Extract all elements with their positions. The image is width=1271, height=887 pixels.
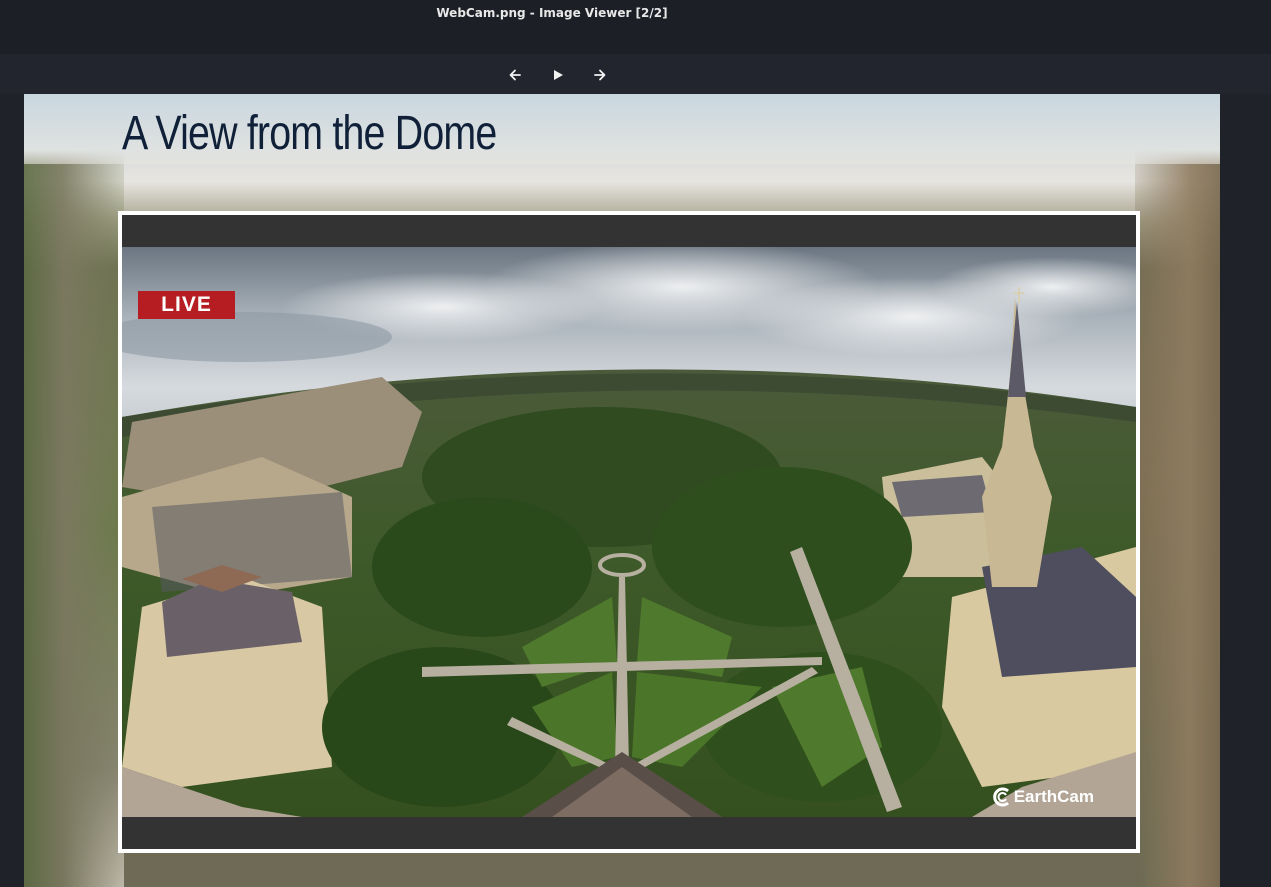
webcam-video-frame: LIVE EarthCam bbox=[122, 247, 1136, 817]
play-icon bbox=[554, 70, 563, 80]
title-bar[interactable]: WebCam.png - Image Viewer [2/2] bbox=[0, 0, 1271, 54]
page-heading: A View from the Dome bbox=[122, 107, 497, 160]
image-viewer-window: WebCam.png - Image Viewer [2/2] A View f… bbox=[0, 0, 1271, 887]
arrow-left-icon bbox=[509, 69, 521, 81]
slideshow-play-button[interactable] bbox=[547, 64, 569, 86]
arrow-right-icon bbox=[594, 69, 606, 81]
earthcam-brand-text: EarthCam bbox=[1013, 787, 1094, 806]
next-image-button[interactable] bbox=[589, 64, 611, 86]
blurred-background-left bbox=[24, 94, 124, 887]
webcam-player-frame: LIVE EarthCam bbox=[118, 211, 1140, 853]
blurred-background-right bbox=[1135, 94, 1220, 887]
earthcam-logo: EarthCam bbox=[990, 787, 1094, 807]
viewer-toolbar bbox=[0, 54, 1271, 94]
image-canvas[interactable]: A View from the Dome LIVE EarthCam bbox=[24, 94, 1220, 887]
window-title: WebCam.png - Image Viewer [2/2] bbox=[436, 6, 668, 20]
earthcam-swoosh-icon bbox=[992, 787, 1009, 807]
live-badge: LIVE bbox=[138, 291, 235, 319]
webcam-player: LIVE EarthCam bbox=[122, 215, 1136, 849]
previous-image-button[interactable] bbox=[504, 64, 526, 86]
campus-aerial-view bbox=[122, 247, 1136, 817]
